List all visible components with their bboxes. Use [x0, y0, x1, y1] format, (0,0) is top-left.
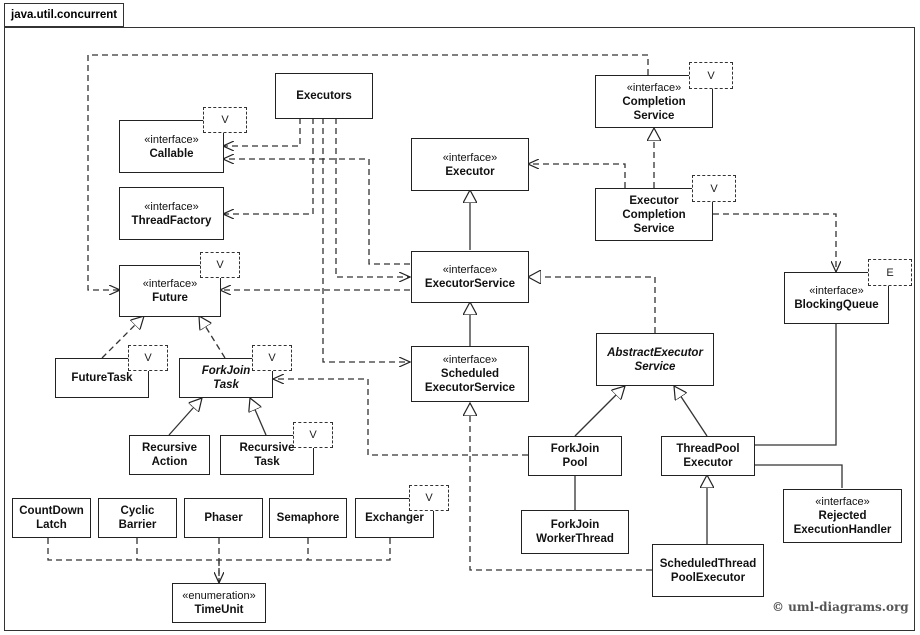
class-recursiveaction[interactable]: Recursive Action: [129, 435, 210, 475]
dep-ecs-blockingqueue: [713, 213, 836, 272]
gen-recursivetask-forkjointask: [250, 398, 267, 436]
template-param-future: V: [200, 252, 240, 278]
dep-ecs-executor: [528, 164, 626, 188]
class-threadpoolexecutor[interactable]: ThreadPool Executor: [661, 436, 755, 476]
template-param-forkjointask: V: [252, 345, 292, 371]
interface-executorservice[interactable]: «interface» ExecutorService: [411, 251, 529, 303]
class-forkjoinpool[interactable]: ForkJoin Pool: [528, 436, 622, 476]
gen-tpe-aes: [674, 386, 708, 437]
template-param-executorcompletionservice: V: [692, 175, 736, 202]
template-param-callable: V: [203, 107, 247, 133]
agg-tpe-blockingqueue: [754, 323, 837, 445]
class-cyclicbarrier[interactable]: Cyclic Barrier: [98, 498, 177, 538]
copyright-notice: © uml-diagrams.org: [772, 600, 909, 614]
interface-threadfactory[interactable]: «interface» ThreadFactory: [119, 187, 224, 240]
interface-executor[interactable]: «interface» Executor: [411, 138, 529, 191]
agg-tpe-rejected: [754, 465, 843, 488]
real-aes-executorservice: [528, 277, 656, 333]
template-param-completionservice: V: [689, 62, 733, 89]
relationship-lines: [47, 54, 843, 635]
gen-forkjoinpool-aes: [574, 386, 625, 437]
real-forkjointask-future: [199, 316, 226, 359]
class-semaphore[interactable]: Semaphore: [269, 498, 347, 538]
enumeration-timeunit[interactable]: «enumeration» TimeUnit: [172, 583, 266, 623]
gen-recursiveaction-forkjointask: [168, 398, 202, 436]
class-scheduledthreadpoolexecutor[interactable]: ScheduledThread PoolExecutor: [652, 544, 764, 597]
dep-executors-executorservice: [335, 118, 410, 277]
class-forkjoinworkerthread[interactable]: ForkJoin WorkerThread: [521, 510, 629, 554]
class-executors[interactable]: Executors: [275, 73, 373, 119]
template-param-futuretask: V: [128, 345, 168, 371]
uml-class-diagram: java.util.concurrent Executors «interfac…: [0, 0, 920, 635]
dep-executorservice-callable: [223, 159, 410, 265]
class-phaser[interactable]: Phaser: [184, 498, 263, 538]
interface-rejectedexecutionhandler[interactable]: «interface» Rejected ExecutionHandler: [783, 489, 902, 543]
template-param-recursivetask: V: [293, 422, 333, 448]
class-countdownlatch[interactable]: CountDown Latch: [12, 498, 91, 538]
template-param-exchanger: V: [409, 485, 449, 511]
abstract-class-abstractexecutorservice[interactable]: AbstractExecutor Service: [596, 333, 714, 386]
template-param-blockingqueue: E: [868, 259, 912, 286]
interface-scheduledexecutorservice[interactable]: «interface» Scheduled ExecutorService: [411, 346, 529, 402]
